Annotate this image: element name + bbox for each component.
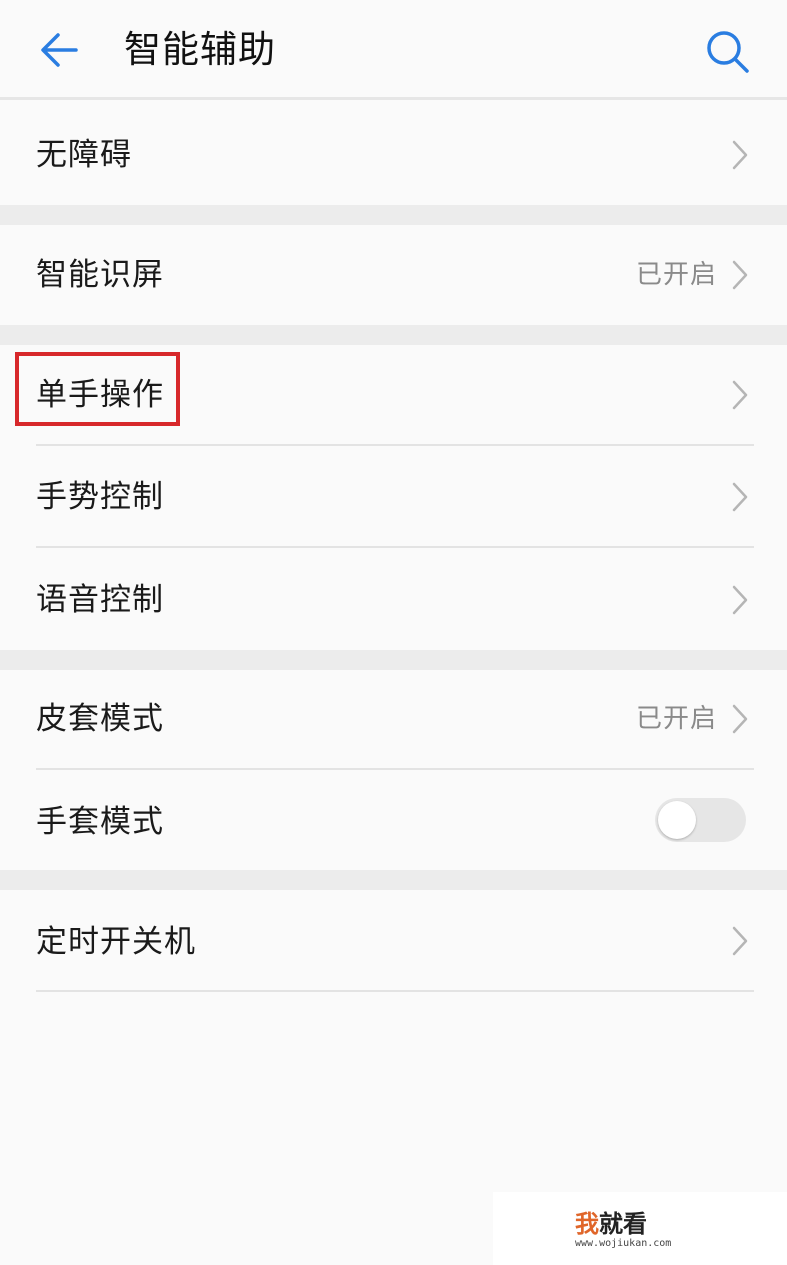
setting-label: 皮套模式 xyxy=(36,701,164,737)
watermark-logo-text: 就看 xyxy=(599,1210,647,1238)
arrow-left-icon[interactable] xyxy=(36,26,84,74)
chevron-right-icon xyxy=(732,926,748,956)
divider xyxy=(36,990,754,992)
app-header: 智能辅助 xyxy=(0,0,787,100)
setting-row-gesture-control[interactable]: 手势控制 xyxy=(0,446,787,546)
setting-row-voice-control[interactable]: 语音控制 xyxy=(0,548,787,650)
glove-mode-toggle[interactable] xyxy=(655,798,746,842)
setting-row-scheduled-power[interactable]: 定时开关机 xyxy=(0,890,787,990)
section-gap xyxy=(0,650,787,670)
section-gap xyxy=(0,205,787,225)
setting-row-smart-screen-recognition[interactable]: 智能识屏 已开启 xyxy=(0,225,787,325)
setting-label: 智能识屏 xyxy=(36,257,164,293)
setting-row-accessibility[interactable]: 无障碍 xyxy=(0,103,787,205)
setting-label: 手势控制 xyxy=(36,479,164,515)
watermark-logo: 我就看 xyxy=(575,1210,647,1238)
toggle-knob xyxy=(658,801,696,839)
setting-row-cover-mode[interactable]: 皮套模式 已开启 xyxy=(0,670,787,768)
chevron-right-icon xyxy=(732,380,748,410)
chevron-right-icon xyxy=(732,260,748,290)
setting-value: 已开启 xyxy=(635,704,717,734)
section-gap xyxy=(0,870,787,890)
search-icon[interactable] xyxy=(704,28,750,74)
setting-value: 已开启 xyxy=(635,260,717,290)
section-gap xyxy=(0,325,787,345)
setting-label: 无障碍 xyxy=(36,137,132,173)
watermark-logo-accent: 我 xyxy=(575,1210,599,1238)
setting-label: 手套模式 xyxy=(36,804,164,840)
page-title: 智能辅助 xyxy=(124,28,276,71)
setting-label: 定时开关机 xyxy=(36,924,196,960)
watermark-url: www.wojiukan.com xyxy=(575,1238,672,1249)
watermark: 我就看 www.wojiukan.com xyxy=(493,1192,787,1265)
chevron-right-icon xyxy=(732,140,748,170)
chevron-right-icon xyxy=(732,585,748,615)
chevron-right-icon xyxy=(732,482,748,512)
setting-label: 语音控制 xyxy=(36,582,164,618)
chevron-right-icon xyxy=(732,704,748,734)
highlight-box xyxy=(15,352,180,426)
